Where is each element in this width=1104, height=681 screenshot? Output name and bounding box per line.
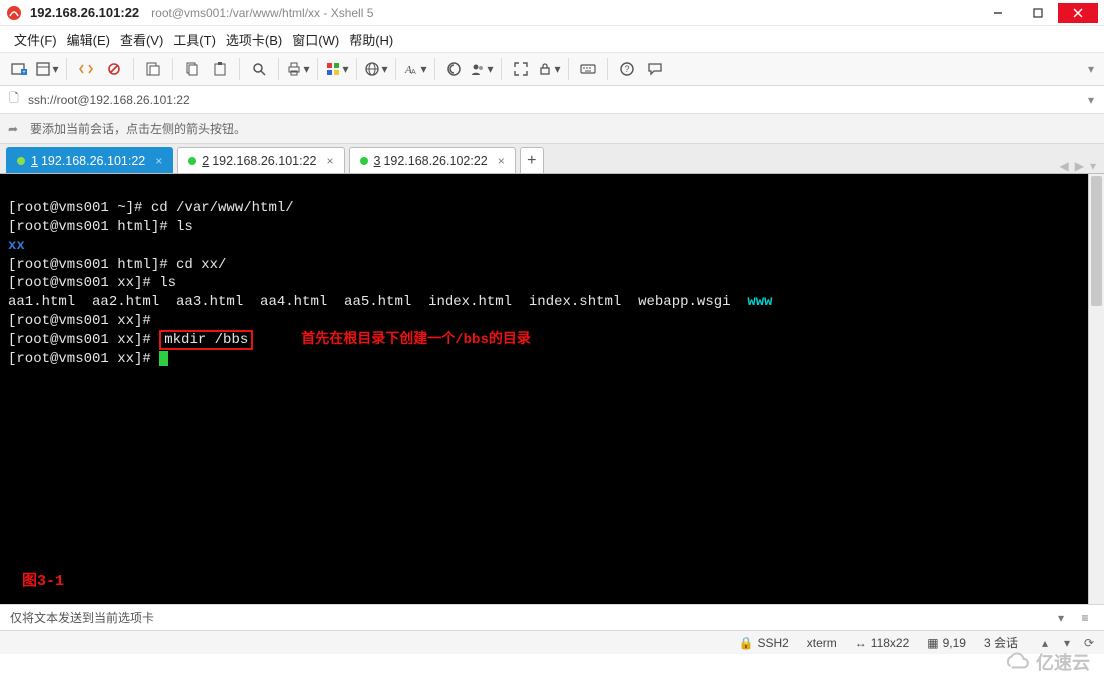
lock-icon[interactable]: ▾ <box>536 56 562 82</box>
terminal-area[interactable]: [root@vms001 ~]# cd /var/www/html/ [root… <box>0 174 1104 604</box>
maximize-button[interactable] <box>1018 3 1058 23</box>
figure-label: 图3-1 <box>22 572 64 592</box>
menu-edit[interactable]: 编辑(E) <box>67 30 110 49</box>
fullscreen-icon[interactable] <box>508 56 534 82</box>
status-bar: 🔒SSH2 xterm ↔118x22 ▦9,19 3 会话 ▴ ▾ ⟳ <box>0 630 1104 654</box>
status-term-type: xterm <box>807 636 837 650</box>
lock-small-icon: 🔒 <box>738 636 753 650</box>
properties-icon[interactable] <box>140 56 166 82</box>
users-icon[interactable]: ▾ <box>469 56 495 82</box>
status-dot-icon <box>17 157 25 165</box>
status-ssh: 🔒SSH2 <box>738 636 788 650</box>
close-button[interactable] <box>1058 3 1098 23</box>
session-tab-1[interactable]: 1 192.168.26.101:22 × <box>6 147 173 173</box>
encoding-icon[interactable]: ▾ <box>363 56 389 82</box>
color-icon[interactable]: ▾ <box>324 56 350 82</box>
titlebar: 192.168.26.101:22 root@vms001:/var/www/h… <box>0 0 1104 26</box>
svg-text:+: + <box>22 70 26 76</box>
comment-icon[interactable] <box>642 56 668 82</box>
tab-strip: 1 192.168.26.101:22 × 2 192.168.26.101:2… <box>0 144 1104 174</box>
address-bar: 🗋 ▾ <box>0 86 1104 114</box>
window-controls <box>978 3 1098 23</box>
reconnect-icon[interactable] <box>73 56 99 82</box>
status-dot-icon <box>188 157 196 165</box>
terminal-scrollbar[interactable] <box>1088 174 1104 604</box>
title-ip: 192.168.26.101:22 <box>30 5 139 20</box>
status-cursor-pos: ▦9,19 <box>927 636 966 650</box>
cursor <box>159 351 168 366</box>
script-icon[interactable] <box>441 56 467 82</box>
tab-close-icon[interactable]: × <box>498 154 505 168</box>
send-bar: 仅将文本发送到当前选项卡 ▾ ≡ <box>0 604 1104 630</box>
send-menu-icon[interactable]: ≡ <box>1076 609 1094 627</box>
menu-file[interactable]: 文件(F) <box>14 30 57 49</box>
hint-bar: ➦ 要添加当前会话，点击左侧的箭头按钮。 <box>0 114 1104 144</box>
disconnect-icon[interactable] <box>101 56 127 82</box>
address-overflow-icon[interactable]: ▾ <box>1084 93 1098 107</box>
toolbar-overflow-icon[interactable]: ▾ <box>1084 62 1098 76</box>
toolbar: + ▾ ▾ ▾ ▾ AA▾ ▾ ▾ ? ▾ <box>0 52 1104 86</box>
menu-window[interactable]: 窗口(W) <box>292 30 339 49</box>
menu-help[interactable]: 帮助(H) <box>349 30 393 49</box>
session-tab-3[interactable]: 3 192.168.26.102:22 × <box>349 147 516 173</box>
keyboard-icon[interactable] <box>575 56 601 82</box>
hint-text: 要添加当前会话，点击左侧的箭头按钮。 <box>30 120 246 137</box>
scrollbar-thumb[interactable] <box>1091 176 1102 306</box>
help-icon[interactable]: ? <box>614 56 640 82</box>
status-sessions: 3 会话 <box>984 634 1018 651</box>
open-session-icon[interactable]: ▾ <box>34 56 60 82</box>
address-input[interactable] <box>28 93 1084 107</box>
send-dropdown-icon[interactable]: ▾ <box>1052 609 1070 627</box>
tab-list-icon[interactable]: ▾ <box>1090 159 1096 173</box>
new-session-icon[interactable]: + <box>6 56 32 82</box>
svg-text:A: A <box>411 69 416 76</box>
send-target-text: 仅将文本发送到当前选项卡 <box>10 609 154 626</box>
status-size: ↔118x22 <box>855 636 909 650</box>
tab-close-icon[interactable]: × <box>155 154 162 168</box>
session-tab-2[interactable]: 2 192.168.26.101:22 × <box>177 147 344 173</box>
status-sync-icon[interactable]: ⟳ <box>1080 634 1098 652</box>
highlighted-command: mkdir /bbs <box>159 330 253 350</box>
copy-icon[interactable] <box>179 56 205 82</box>
tab-nav-left-icon[interactable]: ◀ <box>1060 159 1069 173</box>
hint-arrow-icon[interactable]: ➦ <box>8 122 24 136</box>
terminal-output[interactable]: [root@vms001 ~]# cd /var/www/html/ [root… <box>0 174 1088 604</box>
tab-close-icon[interactable]: × <box>326 154 333 168</box>
status-down-icon[interactable]: ▾ <box>1058 634 1076 652</box>
font-icon[interactable]: AA▾ <box>402 56 428 82</box>
app-icon <box>6 5 22 21</box>
status-dot-icon <box>360 157 368 165</box>
title-path: root@vms001:/var/www/html/xx - Xshell 5 <box>151 6 373 20</box>
print-icon[interactable]: ▾ <box>285 56 311 82</box>
size-icon: ↔ <box>855 636 867 650</box>
paste-icon[interactable] <box>207 56 233 82</box>
grid-icon: ▦ <box>927 636 938 650</box>
tab-nav-right-icon[interactable]: ▶ <box>1075 159 1084 173</box>
menu-tools[interactable]: 工具(T) <box>173 30 216 49</box>
menu-tabs[interactable]: 选项卡(B) <box>226 30 282 49</box>
address-lock-icon: 🗋 <box>6 89 22 110</box>
minimize-button[interactable] <box>978 3 1018 23</box>
menu-view[interactable]: 查看(V) <box>120 30 163 49</box>
find-icon[interactable] <box>246 56 272 82</box>
menubar: 文件(F) 编辑(E) 查看(V) 工具(T) 选项卡(B) 窗口(W) 帮助(… <box>0 26 1104 52</box>
new-tab-button[interactable]: + <box>520 147 544 173</box>
annotation-text: 首先在根目录下创建一个/bbs的目录 <box>301 332 531 348</box>
status-up-icon[interactable]: ▴ <box>1036 634 1054 652</box>
svg-text:?: ? <box>624 64 629 74</box>
